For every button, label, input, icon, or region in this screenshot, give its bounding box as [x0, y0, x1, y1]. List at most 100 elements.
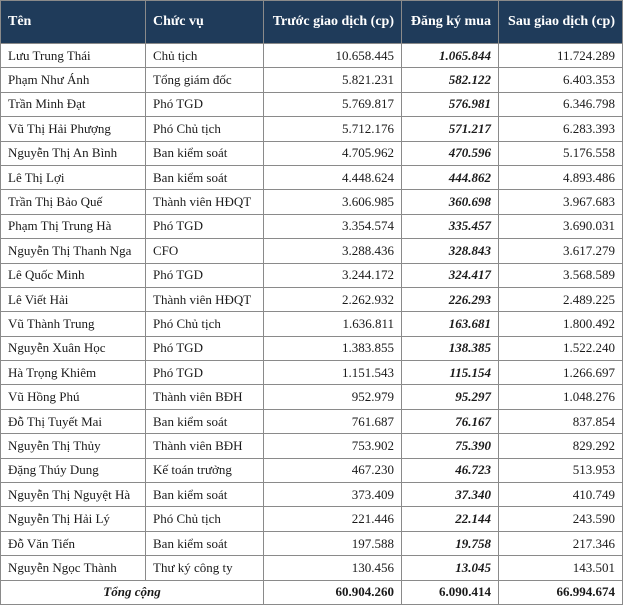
cell-before: 467.230 [263, 457, 402, 484]
table-row: Trần Minh Đạt Phó TGD 5.769.817 576.981 6.34… [0, 91, 623, 118]
cell-before: 753.902 [263, 433, 402, 459]
cell-subscribed: 470.596 [401, 140, 499, 166]
table-row: Phạm Như Ánh Tổng giám đốc 5.821.231 582.12… [0, 67, 623, 93]
cell-subscribed: 138.385 [401, 335, 499, 362]
cell-name: Nguyễn Xuân Học [0, 335, 146, 362]
cell-after: 829.292 [498, 433, 623, 459]
header-subscribed: Đăng ký mua [401, 0, 499, 44]
cell-position: Phó TGD [145, 91, 264, 118]
cell-position: Thư ký công ty [145, 555, 264, 581]
cell-after: 1.800.492 [498, 311, 623, 337]
cell-subscribed: 335.457 [401, 213, 499, 240]
cell-position: Ban kiểm soát [145, 164, 264, 191]
table-row: Nguyễn Thị Thanh Nga CFO 3.288.436 328.843 3… [0, 238, 623, 264]
cell-after: 6.403.353 [498, 67, 623, 93]
table-body: Lưu Trung Thái Chủ tịch 10.658.445 1.065.84… [0, 42, 623, 581]
cell-subscribed: 22.144 [401, 506, 499, 532]
cell-name: Nguyễn Thị Nguyệt Hà [0, 482, 146, 508]
cell-name: Đỗ Thị Tuyết Mai [0, 408, 146, 435]
table-row: Nguyễn Ngọc Thành Thư ký công ty 130.456 13… [0, 555, 623, 581]
cell-after: 3.617.279 [498, 238, 623, 264]
cell-subscribed: 19.758 [401, 530, 499, 557]
cell-position: Thành viên BĐH [145, 433, 264, 459]
table-row: Lưu Trung Thái Chủ tịch 10.658.445 1.065.84… [0, 42, 623, 69]
cell-before: 4.448.624 [263, 164, 402, 191]
total-before: 60.904.260 [263, 579, 402, 605]
cell-after: 6.346.798 [498, 91, 623, 118]
cell-subscribed: 328.843 [401, 238, 499, 264]
table-row: Đỗ Thị Tuyết Mai Ban kiểm soát 761.687 76.1… [0, 408, 623, 435]
table-row: Vũ Hồng Phú Thành viên BĐH 952.979 95.297 1.… [0, 384, 623, 410]
cell-before: 3.288.436 [263, 238, 402, 264]
cell-before: 2.262.932 [263, 286, 402, 313]
table-row: Nguyễn Thị Nguyệt Hà Ban kiểm soát 373.409… [0, 482, 623, 508]
table-row: Vũ Thị Hải Phượng Phó Chủ tịch 5.712.176 57… [0, 116, 623, 142]
cell-before: 5.712.176 [263, 116, 402, 142]
cell-before: 5.769.817 [263, 91, 402, 118]
cell-position: Phó Chủ tịch [145, 311, 264, 337]
cell-after: 3.568.589 [498, 262, 623, 288]
table-row: Lê Thị Lợi Ban kiểm soát 4.448.624 444.862 4… [0, 164, 623, 191]
cell-after: 1.048.276 [498, 384, 623, 410]
table-row: Nguyễn Thị An Bình Ban kiểm soát 4.705.962… [0, 140, 623, 166]
cell-after: 4.893.486 [498, 164, 623, 191]
cell-subscribed: 360.698 [401, 189, 499, 215]
cell-subscribed: 576.981 [401, 91, 499, 118]
cell-after: 1.522.240 [498, 335, 623, 362]
header-row: Tên Chức vụ Trước giao dịch (cp) Đăng ký… [0, 0, 623, 44]
cell-name: Nguyễn Ngọc Thành [0, 555, 146, 581]
cell-subscribed: 226.293 [401, 286, 499, 313]
cell-name: Lê Thị Lợi [0, 164, 146, 191]
cell-before: 3.354.574 [263, 213, 402, 240]
cell-name: Phạm Như Ánh [0, 67, 146, 93]
header-before: Trước giao dịch (cp) [263, 0, 402, 44]
cell-name: Vũ Thành Trung [0, 311, 146, 337]
cell-name: Vũ Thị Hải Phượng [0, 116, 146, 142]
table-row: Lê Quốc Minh Phó TGD 3.244.172 324.417 3.568… [0, 262, 623, 288]
total-label: Tổng cộng [0, 579, 264, 605]
cell-name: Nguyễn Thị An Bình [0, 140, 146, 166]
cell-subscribed: 582.122 [401, 67, 499, 93]
cell-subscribed: 95.297 [401, 384, 499, 410]
cell-subscribed: 324.417 [401, 262, 499, 288]
cell-after: 3.690.031 [498, 213, 623, 240]
cell-before: 1.383.855 [263, 335, 402, 362]
cell-after: 3.967.683 [498, 189, 623, 215]
cell-after: 243.590 [498, 506, 623, 532]
shareholding-table: Tên Chức vụ Trước giao dịch (cp) Đăng ký… [0, 0, 623, 605]
cell-after: 6.283.393 [498, 116, 623, 142]
cell-position: Phó Chủ tịch [145, 116, 264, 142]
table-row: Nguyễn Xuân Học Phó TGD 1.383.855 138.385 1.… [0, 335, 623, 362]
table-row: Nguyễn Thị Hải Lý Phó Chủ tịch 221.446 22.1… [0, 506, 623, 532]
table-row: Trần Thị Bảo Quế Thành viên HĐQT 3.606.985… [0, 189, 623, 215]
cell-position: Thành viên HĐQT [145, 189, 264, 215]
cell-subscribed: 163.681 [401, 311, 499, 337]
table-row: Đỗ Văn Tiến Ban kiểm soát 197.588 19.758 217… [0, 530, 623, 557]
cell-after: 410.749 [498, 482, 623, 508]
total-after: 66.994.674 [498, 579, 623, 605]
cell-subscribed: 76.167 [401, 408, 499, 435]
cell-position: Kế toán trưởng [145, 457, 264, 484]
cell-position: Phó TGD [145, 262, 264, 288]
cell-name: Đặng Thúy Dung [0, 457, 146, 484]
cell-name: Nguyễn Thị Hải Lý [0, 506, 146, 532]
cell-name: Phạm Thị Trung Hà [0, 213, 146, 240]
cell-position: Phó Chủ tịch [145, 506, 264, 532]
cell-position: Phó TGD [145, 360, 264, 386]
cell-after: 217.346 [498, 530, 623, 557]
header-name: Tên [0, 0, 146, 44]
cell-after: 513.953 [498, 457, 623, 484]
header-position: Chức vụ [145, 0, 264, 44]
cell-before: 1.151.543 [263, 360, 402, 386]
cell-after: 143.501 [498, 555, 623, 581]
cell-before: 1.636.811 [263, 311, 402, 337]
cell-position: Ban kiểm soát [145, 530, 264, 557]
cell-name: Trần Thị Bảo Quế [0, 189, 146, 215]
table-row: Đặng Thúy Dung Kế toán trưởng 467.230 46.72… [0, 457, 623, 484]
cell-after: 2.489.225 [498, 286, 623, 313]
cell-before: 373.409 [263, 482, 402, 508]
cell-name: Nguyễn Thị Thanh Nga [0, 238, 146, 264]
header-after: Sau giao dịch (cp) [498, 0, 623, 44]
cell-after: 837.854 [498, 408, 623, 435]
cell-after: 5.176.558 [498, 140, 623, 166]
